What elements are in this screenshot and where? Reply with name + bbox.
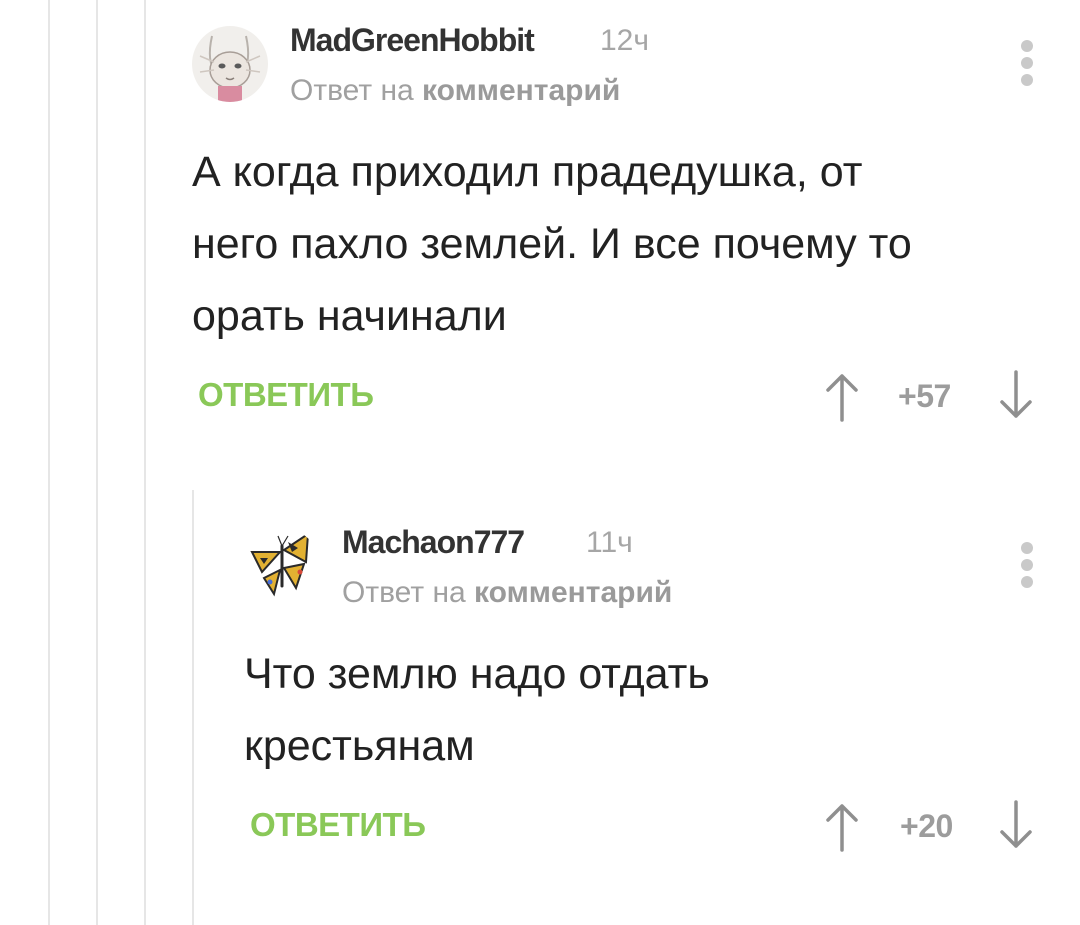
more-vertical-icon xyxy=(1021,40,1033,52)
more-vertical-icon xyxy=(1021,74,1033,86)
reply-to: Ответ на комментарий xyxy=(342,576,672,610)
avatar-image xyxy=(244,528,320,604)
comment-text: А когда приходил прадедушка, от него пах… xyxy=(192,148,912,340)
more-options-button[interactable] xyxy=(1020,542,1034,588)
reply-to-prefix: Ответ на xyxy=(290,74,414,107)
comment: Machaon777 11ч Ответ на комментарий Что … xyxy=(244,522,1052,866)
downvote-button[interactable] xyxy=(996,368,1036,424)
more-vertical-icon xyxy=(1021,576,1033,588)
more-vertical-icon xyxy=(1021,559,1033,571)
comment-header: Machaon777 11ч Ответ на комментарий xyxy=(244,522,1052,622)
thread-line xyxy=(192,490,194,925)
parent-comment-link[interactable]: комментарий xyxy=(422,74,620,107)
upvote-button[interactable] xyxy=(822,368,862,424)
avatar-image xyxy=(192,26,268,102)
thread-line xyxy=(144,0,146,925)
comment-header: MadGreenHobbit 12ч Ответ на комментарий xyxy=(192,20,1052,120)
comment-time: 11ч xyxy=(586,526,633,559)
reply-button[interactable]: ОТВЕТИТЬ xyxy=(250,806,426,844)
author-name[interactable]: Machaon777 xyxy=(342,524,525,561)
rating: +20 xyxy=(900,808,953,844)
arrow-down-icon xyxy=(1000,800,1032,848)
comment-text: Что землю надо отдать крестьянам xyxy=(244,650,710,770)
more-vertical-icon xyxy=(1021,57,1033,69)
more-options-button[interactable] xyxy=(1020,40,1034,86)
arrow-up-icon xyxy=(826,374,858,422)
thread-line xyxy=(48,0,50,925)
parent-comment-link[interactable]: комментарий xyxy=(474,576,672,609)
rating: +57 xyxy=(898,378,951,414)
comment-footer: ОТВЕТИТЬ +20 xyxy=(244,800,1052,866)
comment-time: 12ч xyxy=(600,24,649,57)
avatar[interactable] xyxy=(244,528,320,604)
arrow-down-icon xyxy=(1000,370,1032,418)
downvote-button[interactable] xyxy=(996,798,1036,854)
reply-to-prefix: Ответ на xyxy=(342,576,466,609)
thread-line xyxy=(96,0,98,925)
author-name[interactable]: MadGreenHobbit xyxy=(290,22,535,59)
arrow-up-icon xyxy=(826,804,858,852)
reply-button[interactable]: ОТВЕТИТЬ xyxy=(198,376,374,414)
reply-to: Ответ на комментарий xyxy=(290,74,620,108)
more-vertical-icon xyxy=(1021,542,1033,554)
comment-footer: ОТВЕТИТЬ +57 xyxy=(192,370,1052,436)
upvote-button[interactable] xyxy=(822,798,862,854)
comment: MadGreenHobbit 12ч Ответ на комментарий … xyxy=(192,20,1052,436)
avatar[interactable] xyxy=(192,26,268,102)
